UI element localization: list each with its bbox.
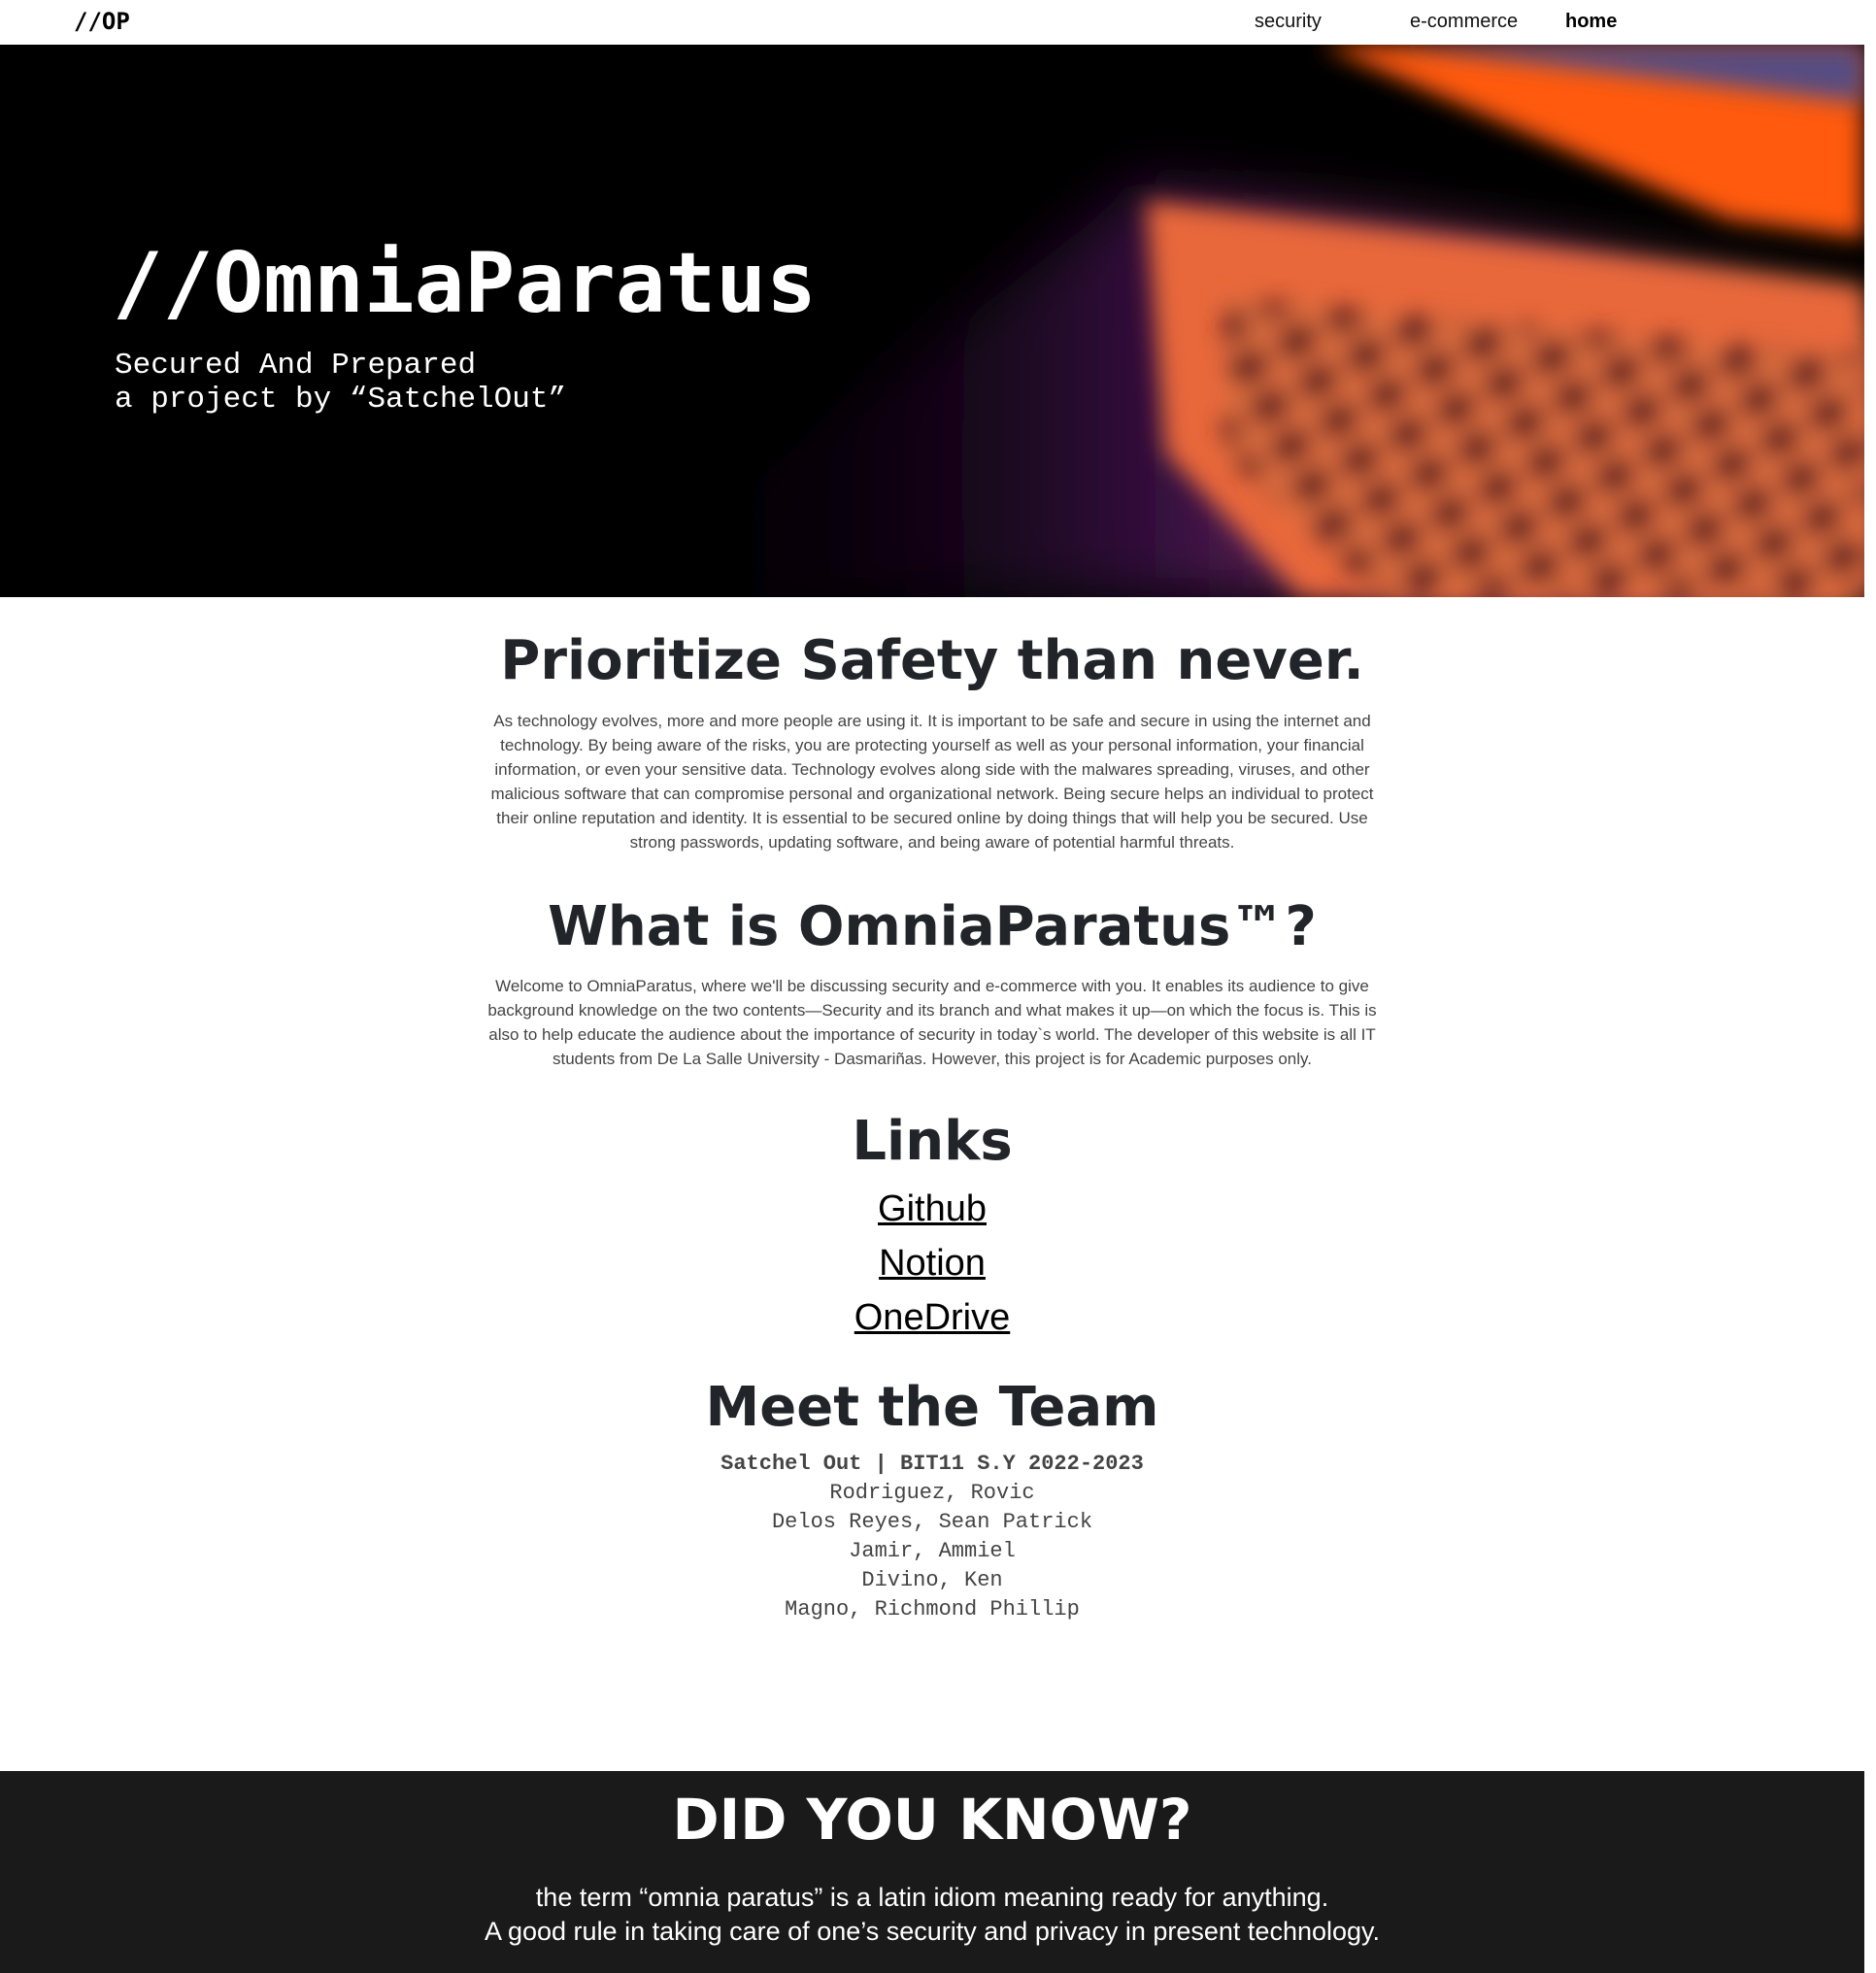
footer-rule-line: A good rule in taking care of one’s secu… bbox=[484, 1917, 1381, 1946]
about-heading: What is OmniaParatus™? bbox=[548, 895, 1317, 958]
navbar: //OP security e-commerce home bbox=[0, 0, 1864, 45]
footer-title: DID YOU KNOW? bbox=[672, 1787, 1192, 1853]
github-link[interactable]: Github bbox=[0, 1188, 1864, 1230]
hero-banner: //OmniaParatus Secured And Prepared a pr… bbox=[0, 45, 1864, 597]
notion-link[interactable]: Notion bbox=[0, 1243, 1864, 1285]
nav-home-link[interactable]: home bbox=[1565, 11, 1617, 33]
safety-paragraph: As technology evolves, more and more peo… bbox=[490, 712, 1374, 852]
team-member: Delos Reyes, Sean Patrick bbox=[771, 1510, 1093, 1534]
links-heading: Links bbox=[852, 1110, 1013, 1173]
footer-fact-line: the term “omnia paratus” is a latin idio… bbox=[535, 1883, 1329, 1912]
footer: DID YOU KNOW? the term “omnia paratus” i… bbox=[0, 1771, 1864, 1973]
team-member: Magno, Richmond Phillip bbox=[785, 1597, 1080, 1622]
team-member: Jamir, Ammiel bbox=[849, 1539, 1016, 1563]
hero-title: //OmniaParatus bbox=[113, 235, 817, 332]
nav-ecommerce-link[interactable]: e-commerce bbox=[1410, 11, 1518, 33]
about-paragraph: Welcome to OmniaParatus, where we'll be … bbox=[487, 977, 1377, 1068]
hero-credit: a project by “SatchelOut” bbox=[115, 383, 567, 417]
team-subheading: Satchel Out | BIT11 S.Y 2022-2023 bbox=[720, 1452, 1144, 1476]
team-heading: Meet the Team bbox=[705, 1376, 1159, 1439]
team-member: Rodriguez, Rovic bbox=[829, 1481, 1035, 1505]
nav-security-link[interactable]: security bbox=[1255, 11, 1322, 33]
hero-subtitle: Secured And Prepared bbox=[115, 349, 477, 383]
brand-logo[interactable]: //OP bbox=[74, 8, 130, 35]
onedrive-link[interactable]: OneDrive bbox=[0, 1297, 1864, 1339]
team-member: Divino, Ken bbox=[861, 1568, 1003, 1592]
safety-heading: Prioritize Safety than never. bbox=[500, 629, 1364, 692]
